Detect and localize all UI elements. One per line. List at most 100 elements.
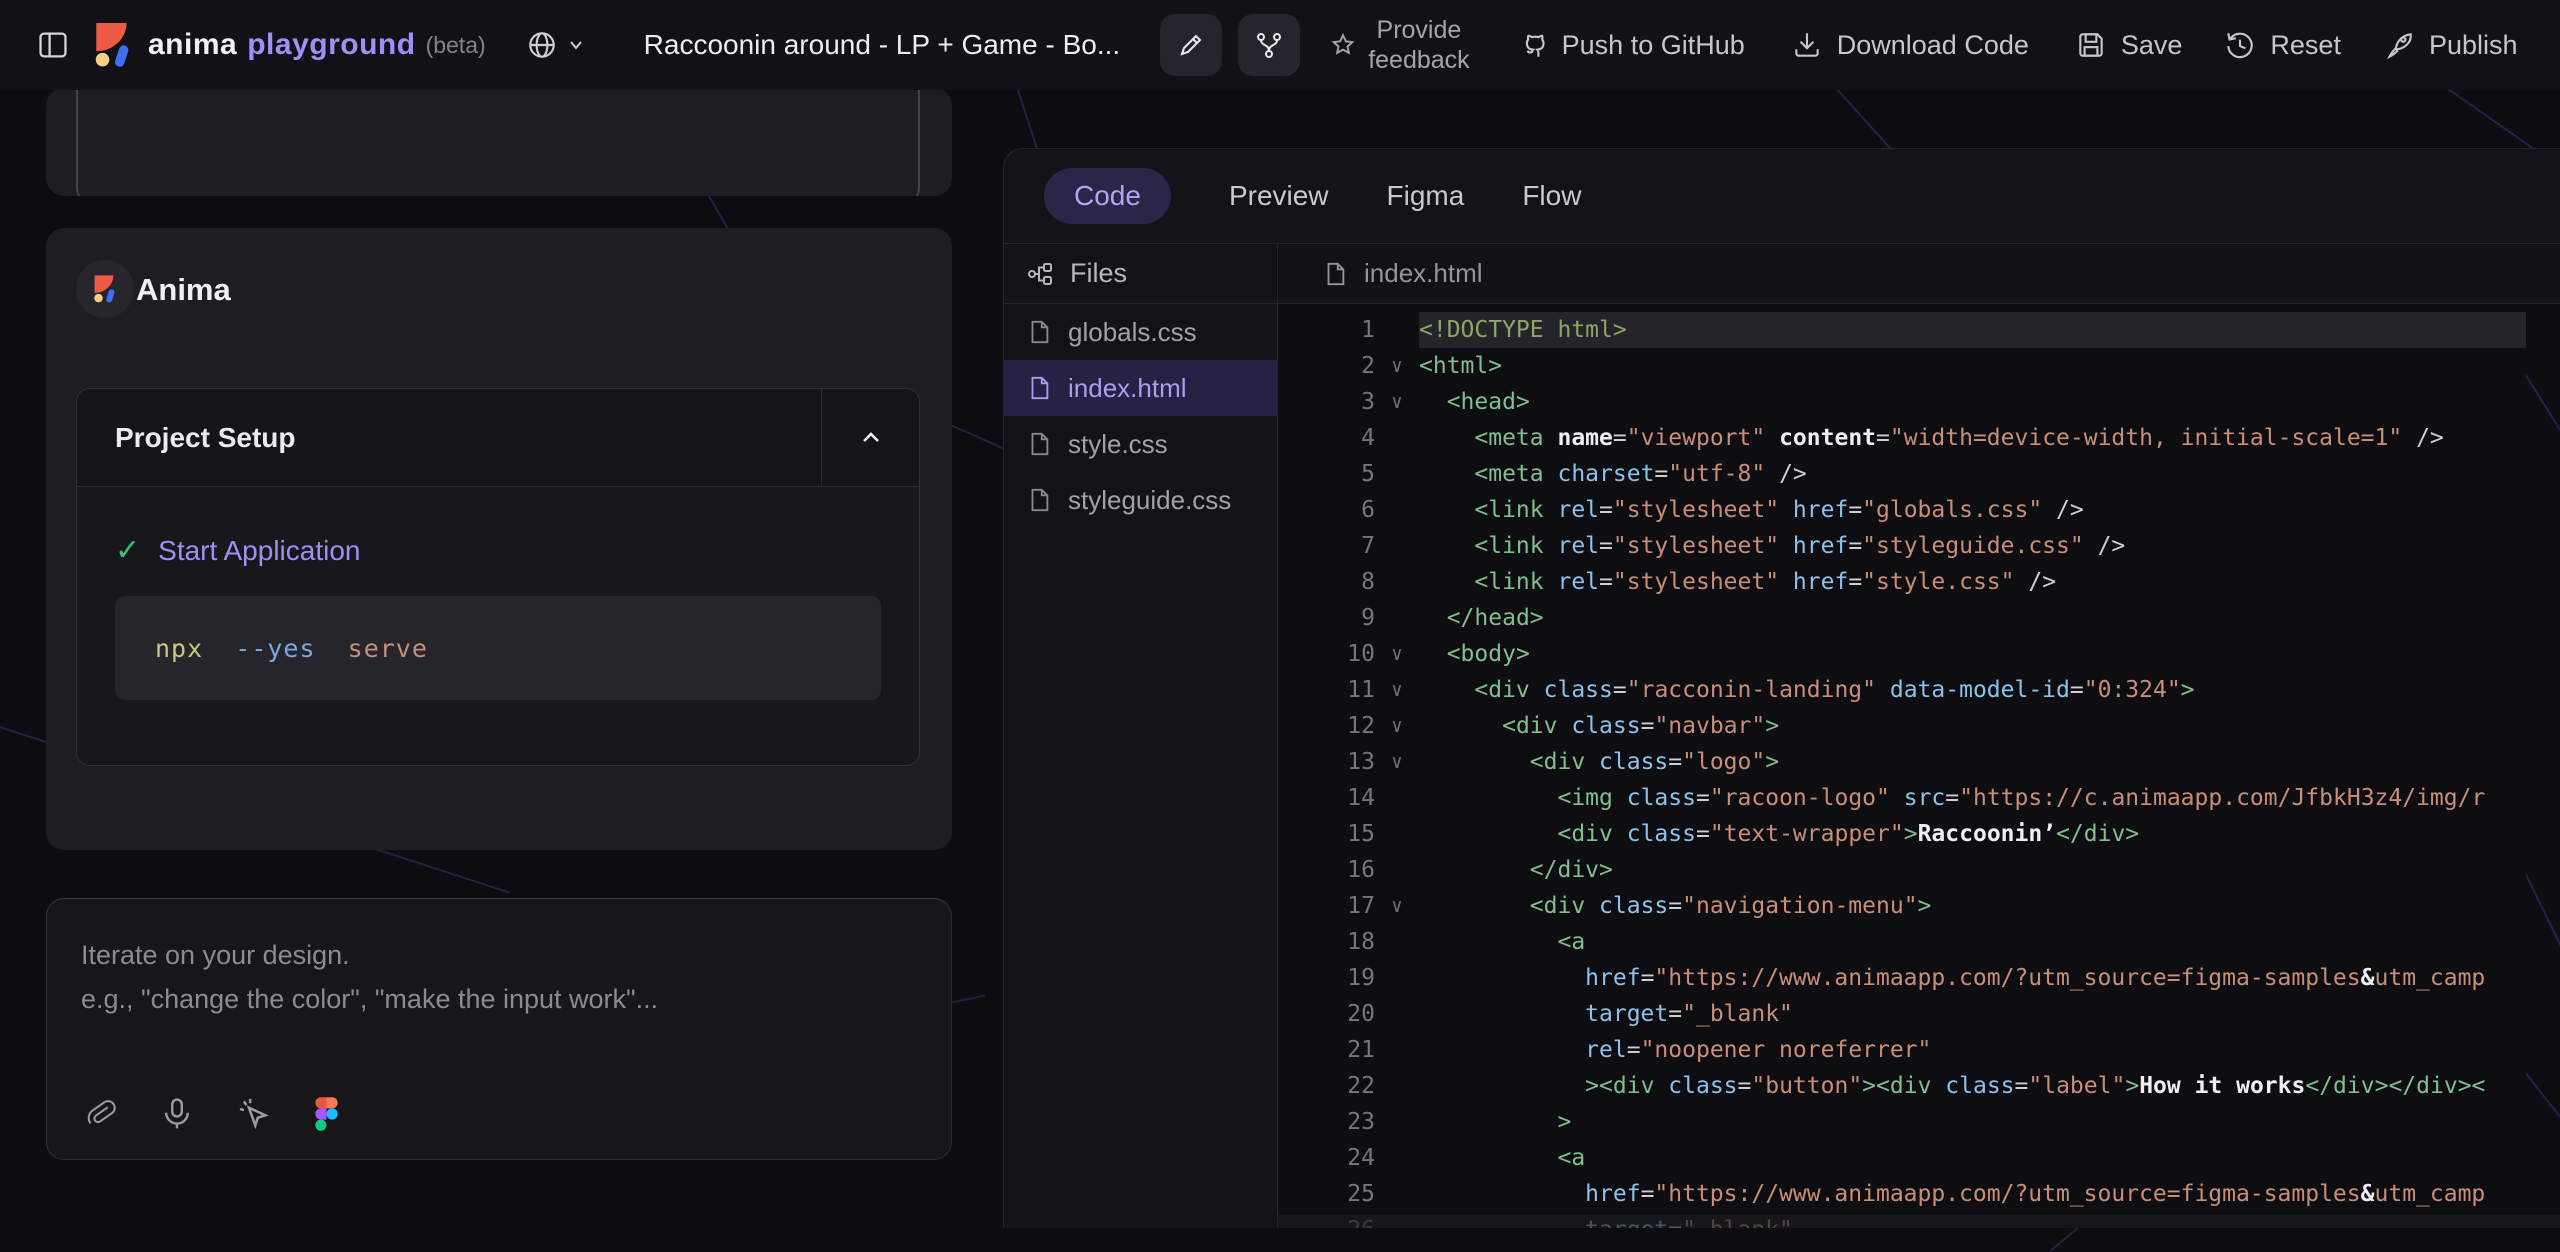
code-line[interactable]: 21 rel="noopener noreferrer" bbox=[1278, 1032, 2560, 1068]
code-line[interactable]: 6 <link rel="stylesheet" href="globals.c… bbox=[1278, 492, 2560, 528]
code-line[interactable]: 1<!DOCTYPE html> bbox=[1278, 312, 2560, 348]
line-number: 19 bbox=[1278, 960, 1375, 996]
publish-button[interactable]: Publish bbox=[2383, 29, 2518, 61]
line-number: 25 bbox=[1278, 1176, 1375, 1212]
line-number: 14 bbox=[1278, 780, 1375, 816]
code-line[interactable]: 17∨ <div class="navigation-menu"> bbox=[1278, 888, 2560, 924]
star-icon bbox=[1330, 32, 1356, 58]
figma-logo-icon[interactable] bbox=[313, 1095, 340, 1133]
tab-figma[interactable]: Figma bbox=[1387, 168, 1465, 224]
code-line[interactable]: 15 <div class="text-wrapper">Raccoonin’<… bbox=[1278, 816, 2560, 852]
code-line-content: <body> bbox=[1419, 636, 2526, 672]
code-line[interactable]: 20 target="_blank" bbox=[1278, 996, 2560, 1032]
fold-chevron-icon[interactable]: ∨ bbox=[1375, 384, 1419, 420]
fold-gutter bbox=[1375, 564, 1419, 600]
code-line[interactable]: 11∨ <div class="racconin-landing" data-m… bbox=[1278, 672, 2560, 708]
code-line[interactable]: 22 ><div class="button"><div class="labe… bbox=[1278, 1068, 2560, 1104]
chat-toolbar bbox=[83, 1095, 340, 1133]
code-line[interactable]: 16 </div> bbox=[1278, 852, 2560, 888]
file-name: globals.css bbox=[1068, 317, 1197, 348]
tab-flow[interactable]: Flow bbox=[1522, 168, 1581, 224]
line-number: 23 bbox=[1278, 1104, 1375, 1140]
project-setup-header[interactable]: Project Setup bbox=[77, 389, 919, 487]
sidebar-toggle-icon[interactable] bbox=[36, 28, 70, 62]
fold-chevron-icon[interactable]: ∨ bbox=[1375, 348, 1419, 384]
code-line-content: <meta name="viewport" content="width=dev… bbox=[1419, 420, 2526, 456]
file-icon bbox=[1026, 375, 1052, 401]
fold-gutter bbox=[1375, 780, 1419, 816]
project-title[interactable]: Raccoonin around - LP + Game - Bo... bbox=[644, 29, 1121, 61]
editor-file-header[interactable]: index.html bbox=[1278, 244, 2560, 304]
fold-chevron-icon[interactable]: ∨ bbox=[1375, 888, 1419, 924]
line-number: 24 bbox=[1278, 1140, 1375, 1176]
microphone-button[interactable] bbox=[159, 1096, 195, 1132]
code-line[interactable]: 7 <link rel="stylesheet" href="styleguid… bbox=[1278, 528, 2560, 564]
code-line[interactable]: 4 <meta name="viewport" content="width=d… bbox=[1278, 420, 2560, 456]
code-line-content: <link rel="stylesheet" href="styleguide.… bbox=[1419, 528, 2526, 564]
file-item-globals.css[interactable]: globals.css bbox=[1004, 304, 1277, 360]
collapse-section-button[interactable] bbox=[821, 389, 919, 486]
line-number: 16 bbox=[1278, 852, 1375, 888]
code-editor: index.html 1<!DOCTYPE html>2∨<html>3∨ <h… bbox=[1278, 244, 2560, 1228]
provide-feedback-link[interactable]: Providefeedback bbox=[1330, 15, 1469, 75]
download-code-button[interactable]: Download Code bbox=[1791, 29, 2029, 61]
reset-button[interactable]: Reset bbox=[2224, 29, 2341, 61]
chat-input-card[interactable]: Iterate on your design. e.g., "change th… bbox=[46, 898, 952, 1160]
line-number: 6 bbox=[1278, 492, 1375, 528]
save-icon bbox=[2075, 29, 2107, 61]
fold-gutter bbox=[1375, 1140, 1419, 1176]
fold-chevron-icon[interactable]: ∨ bbox=[1375, 636, 1419, 672]
code-line[interactable]: 24 <a bbox=[1278, 1140, 2560, 1176]
code-line[interactable]: 10∨ <body> bbox=[1278, 636, 2560, 672]
horizontal-scrollbar[interactable] bbox=[1278, 1215, 2560, 1228]
code-line[interactable]: 2∨<html> bbox=[1278, 348, 2560, 384]
code-line[interactable]: 19 href="https://www.animaapp.com/?utm_s… bbox=[1278, 960, 2560, 996]
brand[interactable]: anima playground (beta) bbox=[92, 22, 486, 68]
code-line[interactable]: 18 <a bbox=[1278, 924, 2560, 960]
code-line[interactable]: 14 <img class="racoon-logo" src="https:/… bbox=[1278, 780, 2560, 816]
file-item-index.html[interactable]: index.html bbox=[1004, 360, 1277, 416]
cursor-click-button[interactable] bbox=[235, 1095, 273, 1133]
push-to-github-button[interactable]: Push to GitHub bbox=[1516, 29, 1745, 61]
code-line-content: <html> bbox=[1419, 348, 2526, 384]
line-number: 17 bbox=[1278, 888, 1375, 924]
code-line[interactable]: 5 <meta charset="utf-8" /> bbox=[1278, 456, 2560, 492]
project-setup-title: Project Setup bbox=[77, 389, 821, 486]
fold-gutter bbox=[1375, 1176, 1419, 1212]
code-line[interactable]: 25 href="https://www.animaapp.com/?utm_s… bbox=[1278, 1176, 2560, 1212]
terminal-command-block[interactable]: npx --yes serve bbox=[115, 596, 881, 700]
code-line[interactable]: 9 </head> bbox=[1278, 600, 2560, 636]
command-token: npx bbox=[155, 634, 203, 663]
file-item-styleguide.css[interactable]: styleguide.css bbox=[1004, 472, 1277, 528]
code-line-content: <div class="logo"> bbox=[1419, 744, 2526, 780]
code-line[interactable]: 8 <link rel="stylesheet" href="style.css… bbox=[1278, 564, 2560, 600]
view-tabs: Code Preview Figma Flow bbox=[1004, 149, 2560, 244]
file-item-style.css[interactable]: style.css bbox=[1004, 416, 1277, 472]
code-line[interactable]: 12∨ <div class="navbar"> bbox=[1278, 708, 2560, 744]
edit-title-button[interactable] bbox=[1160, 14, 1222, 76]
code-line[interactable]: 23 > bbox=[1278, 1104, 2560, 1140]
code-line[interactable]: 13∨ <div class="logo"> bbox=[1278, 744, 2560, 780]
tab-code[interactable]: Code bbox=[1044, 168, 1171, 224]
code-line-content: <div class="text-wrapper">Raccoonin’</di… bbox=[1419, 816, 2526, 852]
fold-chevron-icon[interactable]: ∨ bbox=[1375, 708, 1419, 744]
anima-logo-icon bbox=[92, 274, 118, 304]
previous-message-card bbox=[46, 88, 952, 196]
save-button[interactable]: Save bbox=[2075, 29, 2183, 61]
code-line-content: <link rel="stylesheet" href="globals.css… bbox=[1419, 492, 2526, 528]
line-number: 12 bbox=[1278, 708, 1375, 744]
line-number: 4 bbox=[1278, 420, 1375, 456]
tab-preview[interactable]: Preview bbox=[1229, 168, 1329, 224]
version-history-button[interactable] bbox=[1238, 14, 1300, 76]
fold-chevron-icon[interactable]: ∨ bbox=[1375, 744, 1419, 780]
code-line-content: <a bbox=[1419, 1140, 2526, 1176]
code-line-content: <div class="racconin-landing" data-model… bbox=[1419, 672, 2526, 708]
chat-input-placeholder[interactable]: Iterate on your design. e.g., "change th… bbox=[81, 933, 658, 1021]
code-line[interactable]: 3∨ <head> bbox=[1278, 384, 2560, 420]
chevron-down-icon bbox=[566, 35, 586, 55]
fold-chevron-icon[interactable]: ∨ bbox=[1375, 672, 1419, 708]
code-area[interactable]: 1<!DOCTYPE html>2∨<html>3∨ <head>4 <meta… bbox=[1278, 304, 2560, 1228]
line-number: 9 bbox=[1278, 600, 1375, 636]
language-selector[interactable] bbox=[526, 29, 586, 61]
attach-file-button[interactable] bbox=[83, 1096, 119, 1132]
